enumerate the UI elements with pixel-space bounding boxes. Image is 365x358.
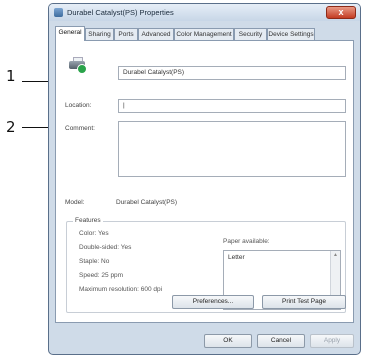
tab-device-settings[interactable]: Device Settings	[267, 28, 315, 40]
paper-available-label: Paper available:	[223, 238, 270, 245]
tab-advanced[interactable]: Advanced	[138, 28, 174, 40]
scroll-up-icon[interactable]: ▲	[332, 252, 339, 258]
printer-title-icon	[54, 8, 63, 17]
model-value: Durabel Catalyst(PS)	[116, 199, 178, 206]
feature-color: Color: Yes	[79, 230, 109, 237]
tab-ports[interactable]: Ports	[114, 28, 138, 40]
title-bar[interactable]: Durabel Catalyst(PS) Properties x	[49, 4, 360, 21]
tab-strip: General Sharing Ports Advanced Color Man…	[55, 26, 354, 41]
tab-sharing[interactable]: Sharing	[85, 28, 114, 40]
paper-item-letter[interactable]: Letter	[228, 254, 245, 261]
feature-speed: Speed: 25 ppm	[79, 272, 124, 279]
features-title: Features	[73, 217, 103, 224]
tab-security[interactable]: Security	[234, 28, 267, 40]
comment-field[interactable]	[118, 121, 346, 177]
ok-button[interactable]: OK	[204, 334, 252, 348]
default-check-icon	[77, 64, 87, 74]
comment-label: Comment:	[65, 125, 95, 132]
close-button[interactable]: x	[326, 6, 356, 19]
print-test-page-button[interactable]: Print Test Page	[262, 295, 346, 309]
preferences-button[interactable]: Preferences...	[172, 295, 254, 309]
feature-max-resolution: Maximum resolution: 600 dpi	[79, 286, 163, 293]
printer-name-field[interactable]: Durabel Catalyst(PS)	[118, 66, 346, 80]
feature-staple: Staple: No	[79, 258, 110, 265]
cancel-button[interactable]: Cancel	[257, 334, 305, 348]
window-title: Durabel Catalyst(PS) Properties	[67, 8, 174, 17]
apply-button[interactable]: Apply	[310, 334, 354, 348]
location-field[interactable]: |	[118, 99, 346, 113]
general-panel: Durabel Catalyst(PS) Location: | Comment…	[55, 40, 354, 323]
tab-general[interactable]: General	[55, 26, 85, 41]
callout-1-number: 1	[6, 67, 16, 85]
tab-color-management[interactable]: Color Management	[174, 28, 234, 40]
location-label: Location:	[65, 102, 92, 109]
feature-double-sided: Double-sided: Yes	[79, 244, 132, 251]
properties-dialog: Durabel Catalyst(PS) Properties x Genera…	[48, 3, 361, 355]
callout-2-number: 2	[6, 118, 16, 136]
printer-icon	[69, 57, 87, 74]
model-label: Model:	[65, 199, 85, 206]
